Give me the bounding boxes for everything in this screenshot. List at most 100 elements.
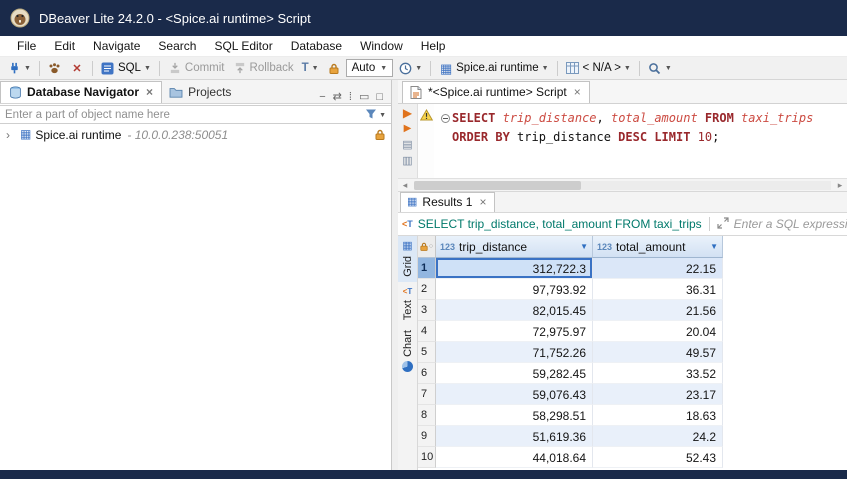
close-icon[interactable]: × (146, 85, 153, 99)
menu-edit[interactable]: Edit (45, 36, 84, 56)
tab-chart[interactable]: Chart (398, 325, 417, 377)
tab-sql-script[interactable]: *<Spice.ai runtime> Script × (402, 81, 590, 103)
driver-manager-button[interactable] (45, 60, 65, 76)
transaction-icon: T (302, 62, 309, 74)
cell-1-trip_distance[interactable]: 312,722.3 (436, 258, 593, 279)
results-filter-query[interactable]: SELECT trip_distance, total_amount FROM … (418, 217, 702, 231)
search-button[interactable]: ▼ (645, 60, 675, 76)
collapse-all-icon[interactable]: − (319, 91, 325, 103)
main-area: Database Navigator × Projects − ⇄ ⁞ ▭ □ (0, 80, 847, 470)
minimize-view-icon[interactable]: ▭ (359, 90, 369, 103)
menu-navigate[interactable]: Navigate (84, 36, 149, 56)
clipboard-icon[interactable]: ▥ (402, 155, 412, 167)
menu-database[interactable]: Database (282, 36, 351, 56)
toolbar-separator (39, 61, 40, 76)
window-bottom-edge (0, 470, 847, 479)
view-menu-icon[interactable]: ⁞ (349, 91, 352, 103)
filter-placeholder-text[interactable]: Enter a SQL expression to (734, 217, 847, 231)
editor-hscrollbar[interactable]: ◂ ▸ (398, 178, 847, 191)
cell-8-total_amount[interactable]: 18.63 (593, 405, 723, 426)
database-icon (8, 85, 22, 99)
sort-desc-icon[interactable]: ▼ (580, 242, 588, 251)
cell-7-trip_distance[interactable]: 59,076.43 (436, 384, 593, 405)
disconnect-button[interactable]: ✕ (67, 60, 87, 76)
explain-plan-icon[interactable]: ▤ (402, 139, 412, 151)
cell-9-trip_distance[interactable]: 51,619.36 (436, 426, 593, 447)
cell-10-trip_distance[interactable]: 44,018.64 (436, 447, 593, 468)
column-header-total-amount[interactable]: 123 total_amount ▼ (593, 236, 723, 258)
row-header-3[interactable]: 3 (418, 300, 436, 321)
tab-database-navigator[interactable]: Database Navigator × (0, 81, 162, 103)
commit-button[interactable]: Commit (165, 60, 228, 76)
row-header-9[interactable]: 9 (418, 426, 436, 447)
row-header-8[interactable]: 8 (418, 405, 436, 426)
expand-chevron-icon[interactable]: › (6, 128, 16, 142)
custom-filter-icon[interactable]: <T (402, 219, 413, 229)
tree-item-connection[interactable]: › ▦ Spice.ai runtime - 10.0.0.238:50051 (0, 125, 391, 144)
cell-2-total_amount[interactable]: 36.31 (593, 279, 723, 300)
grid-icon: ▦ (402, 241, 412, 252)
hscroll-track[interactable] (414, 181, 831, 190)
scroll-right-icon[interactable]: ▸ (833, 180, 847, 191)
link-editor-icon[interactable]: ⇄ (333, 90, 342, 103)
cell-7-total_amount[interactable]: 23.17 (593, 384, 723, 405)
row-header-7[interactable]: 7 (418, 384, 436, 405)
menu-file[interactable]: File (8, 36, 45, 56)
rollback-button[interactable]: Rollback (230, 60, 297, 76)
cell-4-total_amount[interactable]: 20.04 (593, 321, 723, 342)
transaction-mode-button[interactable]: T ▼ (299, 61, 322, 75)
column-name: trip_distance (459, 240, 527, 254)
autocommit-lock-button[interactable] (324, 60, 344, 76)
maximize-view-icon[interactable]: □ (376, 91, 383, 103)
cell-8-trip_distance[interactable]: 58,298.51 (436, 405, 593, 426)
filter-funnel-icon[interactable] (365, 108, 377, 123)
cell-5-trip_distance[interactable]: 71,752.26 (436, 342, 593, 363)
chevron-down-icon: ▼ (624, 65, 631, 72)
cell-6-total_amount[interactable]: 33.52 (593, 363, 723, 384)
cell-2-trip_distance[interactable]: 97,793.92 (436, 279, 593, 300)
sql-token: trip_distance (503, 109, 597, 128)
cell-1-total_amount[interactable]: 22.15 (593, 258, 723, 279)
cell-10-total_amount[interactable]: 52.43 (593, 447, 723, 468)
menu-help[interactable]: Help (412, 36, 455, 56)
commit-mode-combo[interactable]: Auto ▼ (346, 59, 394, 77)
sort-desc-icon[interactable]: ▼ (710, 242, 718, 251)
row-header-4[interactable]: 4 (418, 321, 436, 342)
cell-3-trip_distance[interactable]: 82,015.45 (436, 300, 593, 321)
menu-search[interactable]: Search (149, 36, 205, 56)
connection-selector[interactable]: ▦ Spice.ai runtime ▼ (436, 60, 551, 76)
query-history-button[interactable]: ▼ (395, 60, 425, 76)
hscroll-thumb[interactable] (414, 181, 581, 190)
cell-3-total_amount[interactable]: 21.56 (593, 300, 723, 321)
execute-script-icon[interactable]: ▶ (404, 123, 412, 135)
scroll-left-icon[interactable]: ◂ (398, 180, 412, 191)
expand-filter-icon[interactable] (717, 217, 729, 232)
tab-projects[interactable]: Projects (162, 82, 239, 103)
chevron-down-icon[interactable]: ▼ (379, 112, 386, 119)
sql-editor-button[interactable]: SQL ▼ (98, 60, 154, 76)
tab-results-1[interactable]: ▦ Results 1 × (400, 192, 495, 212)
row-header-1[interactable]: 1 (418, 258, 436, 279)
tab-grid[interactable]: ▦ Grid (398, 236, 417, 282)
execute-statement-icon[interactable]: ▶ (403, 107, 412, 119)
new-connection-button[interactable]: ▼ (4, 60, 34, 76)
menu-sql-editor[interactable]: SQL Editor (205, 36, 281, 56)
row-header-6[interactable]: 6 (418, 363, 436, 384)
tab-text[interactable]: <T Text (398, 282, 417, 325)
navigator-filter-input[interactable] (0, 105, 391, 124)
row-header-10[interactable]: 10 (418, 447, 436, 468)
cell-4-trip_distance[interactable]: 72,975.97 (436, 321, 593, 342)
cell-6-trip_distance[interactable]: 59,282.45 (436, 363, 593, 384)
cell-5-total_amount[interactable]: 49.57 (593, 342, 723, 363)
row-header-5[interactable]: 5 (418, 342, 436, 363)
sql-editor[interactable]: SELECT trip_distance, total_amount FROM … (434, 104, 847, 178)
column-header-trip-distance[interactable]: 123 trip_distance ▼ (436, 236, 593, 258)
grid-corner-cell[interactable]: ○ (418, 236, 436, 258)
fold-collapse-icon[interactable] (438, 114, 452, 123)
row-header-2[interactable]: 2 (418, 279, 436, 300)
menu-window[interactable]: Window (351, 36, 412, 56)
close-icon[interactable]: × (574, 85, 581, 99)
close-icon[interactable]: × (479, 195, 486, 209)
cell-9-total_amount[interactable]: 24.2 (593, 426, 723, 447)
schema-selector[interactable]: < N/A > ▼ (563, 60, 634, 76)
